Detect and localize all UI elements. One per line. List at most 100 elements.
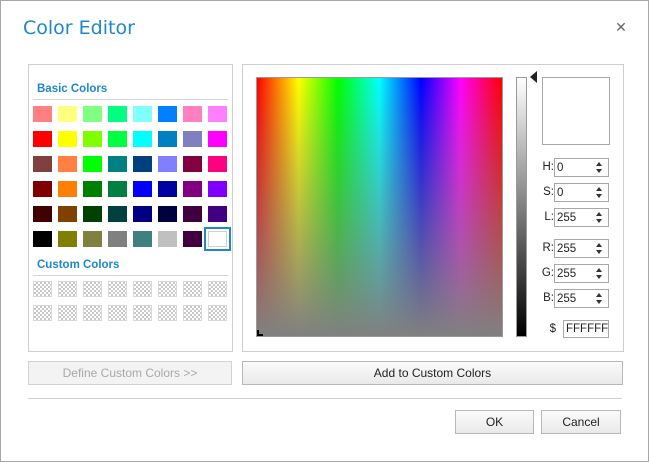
basic-color-swatch[interactable] bbox=[133, 231, 152, 247]
basic-color-swatch[interactable] bbox=[108, 231, 127, 247]
basic-color-swatch[interactable] bbox=[58, 106, 77, 122]
l-down-icon[interactable] bbox=[596, 219, 602, 223]
b-stepper[interactable] bbox=[554, 289, 609, 308]
basic-color-swatch[interactable] bbox=[208, 181, 227, 197]
basic-color-swatch[interactable] bbox=[33, 156, 52, 172]
custom-color-swatch[interactable] bbox=[133, 281, 152, 297]
g-down-icon[interactable] bbox=[596, 275, 602, 279]
h-down-icon[interactable] bbox=[596, 169, 602, 173]
spectrum-cursor[interactable] bbox=[257, 330, 263, 336]
basic-color-swatch[interactable] bbox=[158, 231, 177, 247]
basic-color-swatch[interactable] bbox=[133, 206, 152, 222]
custom-color-swatch[interactable] bbox=[108, 305, 127, 321]
custom-color-swatch[interactable] bbox=[58, 281, 77, 297]
basic-color-swatch[interactable] bbox=[108, 106, 127, 122]
r-stepper[interactable] bbox=[554, 239, 609, 258]
basic-color-swatch[interactable] bbox=[108, 206, 127, 222]
basic-color-swatch[interactable] bbox=[208, 206, 227, 222]
cancel-button[interactable]: Cancel bbox=[541, 410, 621, 434]
basic-color-swatch[interactable] bbox=[183, 231, 202, 247]
basic-color-swatch[interactable] bbox=[58, 206, 77, 222]
close-icon[interactable]: ✕ bbox=[613, 19, 629, 35]
basic-color-swatch[interactable] bbox=[208, 131, 227, 147]
define-custom-colors-button[interactable]: Define Custom Colors >> bbox=[28, 361, 232, 385]
custom-color-swatch[interactable] bbox=[183, 281, 202, 297]
h-input[interactable] bbox=[555, 159, 593, 176]
basic-color-swatch[interactable] bbox=[108, 181, 127, 197]
basic-color-swatch[interactable] bbox=[158, 106, 177, 122]
basic-color-swatch[interactable] bbox=[158, 156, 177, 172]
basic-color-swatch[interactable] bbox=[158, 131, 177, 147]
custom-color-swatch[interactable] bbox=[158, 305, 177, 321]
custom-color-swatch[interactable] bbox=[83, 281, 102, 297]
basic-color-swatch[interactable] bbox=[33, 231, 52, 247]
custom-color-swatch[interactable] bbox=[83, 305, 102, 321]
basic-color-swatch[interactable] bbox=[58, 181, 77, 197]
custom-color-swatch[interactable] bbox=[208, 305, 227, 321]
basic-color-swatch[interactable] bbox=[108, 156, 127, 172]
basic-color-swatch[interactable] bbox=[133, 131, 152, 147]
basic-color-swatch[interactable] bbox=[33, 206, 52, 222]
basic-colors-divider bbox=[33, 99, 228, 100]
g-up-icon[interactable] bbox=[596, 268, 602, 272]
basic-color-swatch[interactable] bbox=[133, 181, 152, 197]
s-stepper[interactable] bbox=[554, 183, 609, 202]
hex-input[interactable] bbox=[563, 320, 609, 338]
basic-color-swatch[interactable] bbox=[183, 106, 202, 122]
basic-color-swatch[interactable] bbox=[58, 131, 77, 147]
s-up-icon[interactable] bbox=[596, 187, 602, 191]
custom-color-swatch[interactable] bbox=[33, 281, 52, 297]
b-up-icon[interactable] bbox=[596, 293, 602, 297]
b-down-icon[interactable] bbox=[596, 300, 602, 304]
luminance-bar[interactable] bbox=[516, 77, 527, 337]
basic-color-swatch[interactable] bbox=[183, 131, 202, 147]
r-input[interactable] bbox=[555, 240, 593, 257]
basic-color-swatch[interactable] bbox=[208, 156, 227, 172]
basic-color-swatch[interactable] bbox=[83, 156, 102, 172]
basic-color-swatch[interactable] bbox=[83, 181, 102, 197]
basic-color-swatch[interactable] bbox=[58, 231, 77, 247]
ok-button[interactable]: OK bbox=[455, 410, 534, 434]
b-input[interactable] bbox=[555, 290, 593, 307]
dialog-title: Color Editor bbox=[23, 17, 135, 39]
g-input[interactable] bbox=[555, 265, 593, 282]
s-input[interactable] bbox=[555, 184, 593, 201]
luminance-slider-arrow-icon[interactable] bbox=[530, 71, 537, 83]
basic-color-swatch[interactable] bbox=[158, 206, 177, 222]
r-down-icon[interactable] bbox=[596, 250, 602, 254]
basic-color-swatch[interactable] bbox=[83, 231, 102, 247]
l-input[interactable] bbox=[555, 209, 593, 226]
custom-color-swatch[interactable] bbox=[33, 305, 52, 321]
s-down-icon[interactable] bbox=[596, 194, 602, 198]
basic-color-swatch[interactable] bbox=[58, 156, 77, 172]
basic-color-swatch[interactable] bbox=[83, 106, 102, 122]
basic-color-swatch[interactable] bbox=[83, 131, 102, 147]
add-to-custom-colors-button[interactable]: Add to Custom Colors bbox=[242, 361, 623, 385]
basic-color-swatch[interactable] bbox=[183, 181, 202, 197]
g-stepper[interactable] bbox=[554, 264, 609, 283]
h-stepper[interactable] bbox=[554, 158, 609, 177]
basic-color-swatch[interactable] bbox=[208, 106, 227, 122]
basic-color-swatch[interactable] bbox=[183, 206, 202, 222]
color-spectrum[interactable] bbox=[256, 77, 503, 337]
basic-color-swatch[interactable] bbox=[33, 106, 52, 122]
basic-color-swatch[interactable] bbox=[33, 131, 52, 147]
r-up-icon[interactable] bbox=[596, 243, 602, 247]
basic-color-swatch[interactable] bbox=[183, 156, 202, 172]
h-up-icon[interactable] bbox=[596, 162, 602, 166]
basic-color-swatch[interactable] bbox=[133, 156, 152, 172]
basic-color-swatch[interactable] bbox=[158, 181, 177, 197]
basic-color-swatch[interactable] bbox=[108, 131, 127, 147]
custom-color-swatch[interactable] bbox=[183, 305, 202, 321]
l-up-icon[interactable] bbox=[596, 212, 602, 216]
custom-color-swatch[interactable] bbox=[158, 281, 177, 297]
basic-color-swatch[interactable] bbox=[33, 181, 52, 197]
basic-color-swatch[interactable] bbox=[204, 227, 231, 251]
basic-color-swatch[interactable] bbox=[133, 106, 152, 122]
basic-color-swatch[interactable] bbox=[83, 206, 102, 222]
custom-color-swatch[interactable] bbox=[133, 305, 152, 321]
custom-color-swatch[interactable] bbox=[108, 281, 127, 297]
l-stepper[interactable] bbox=[554, 208, 609, 227]
custom-color-swatch[interactable] bbox=[58, 305, 77, 321]
custom-color-swatch[interactable] bbox=[208, 281, 227, 297]
